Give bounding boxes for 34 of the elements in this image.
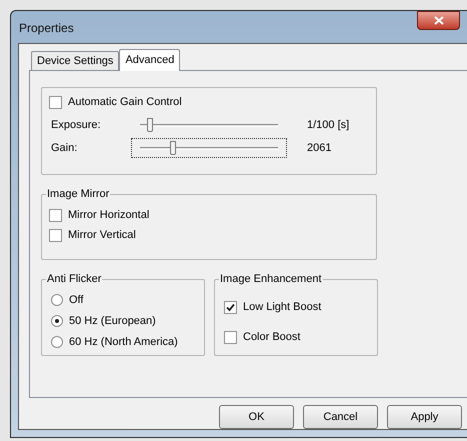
- close-icon: [434, 16, 444, 25]
- slider-reading: 2061: [307, 140, 332, 156]
- dialog-button[interactable]: Cancel: [303, 405, 378, 429]
- checkbox-label: Automatic Gain Control: [68, 94, 182, 110]
- radio-label: 60 Hz (North America): [69, 334, 178, 350]
- checkbox[interactable]: [49, 228, 62, 242]
- slider-label: Gain:: [50, 140, 78, 156]
- checkbox-label: Mirror Horizontal: [68, 208, 150, 223]
- slider-thumb[interactable]: [146, 118, 153, 132]
- radio-label: Off: [69, 292, 84, 308]
- radio-button[interactable]: [51, 294, 63, 306]
- radio-label: 50 Hz (European): [69, 314, 156, 329]
- dialog-button[interactable]: Apply: [387, 405, 462, 429]
- close-button[interactable]: [417, 11, 460, 30]
- checkbox[interactable]: [49, 96, 62, 108]
- window-title: Properties: [19, 20, 74, 37]
- checkbox-label: Mirror Vertical: [68, 228, 136, 243]
- tab[interactable]: Device Settings: [31, 51, 120, 70]
- radio-button[interactable]: [51, 315, 63, 327]
- checkbox-label: Color Boost: [243, 330, 300, 345]
- slider[interactable]: [131, 138, 287, 158]
- group-title: Image Enhancement: [219, 271, 323, 287]
- checkbox[interactable]: [224, 330, 237, 344]
- dialog-button[interactable]: OK: [219, 405, 294, 429]
- slider-reading: 1/100 [s]: [307, 118, 350, 133]
- checkbox-label: Low Light Boost: [243, 300, 322, 315]
- checkbox[interactable]: [49, 208, 62, 222]
- slider-label: Exposure:: [50, 118, 102, 133]
- group-title: Image Mirror: [46, 186, 110, 202]
- checkmark-icon: [226, 302, 235, 312]
- radio-button[interactable]: [51, 336, 63, 348]
- slider-thumb[interactable]: [170, 141, 176, 155]
- tab[interactable]: Advanced: [119, 49, 180, 71]
- checkbox[interactable]: [224, 300, 237, 314]
